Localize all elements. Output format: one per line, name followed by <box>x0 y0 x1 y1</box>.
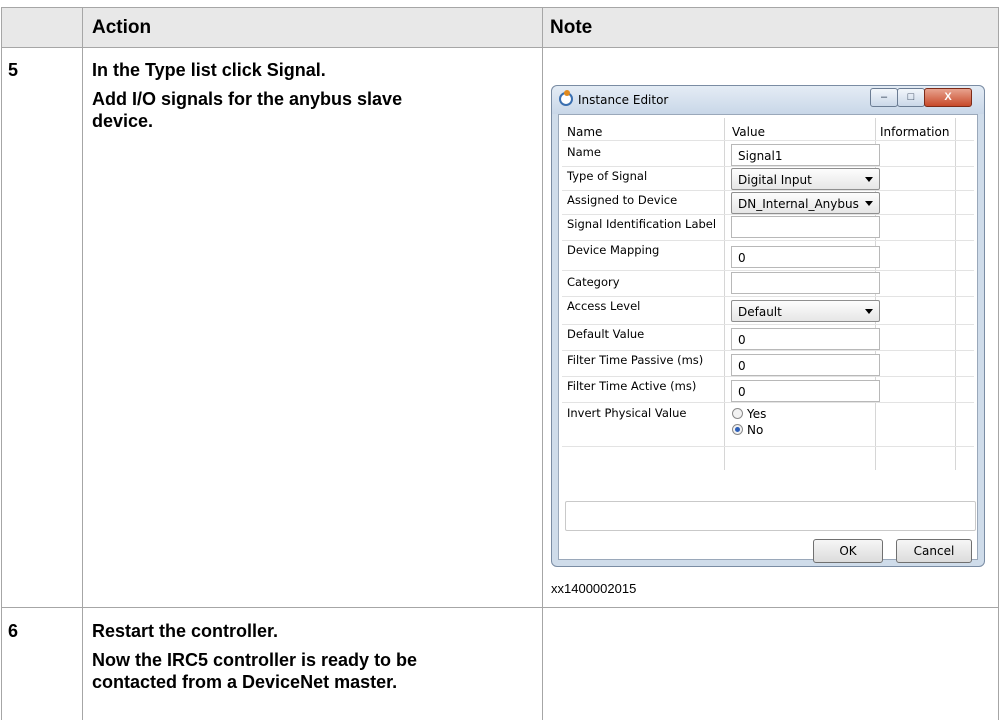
field-label: Filter Time Passive (ms) <box>567 353 704 367</box>
table-border <box>998 7 999 720</box>
table-border <box>1 7 999 8</box>
table-border <box>542 7 543 720</box>
action-text: device. <box>92 111 154 131</box>
grid-row-divider <box>562 240 974 241</box>
radio-label: Yes <box>747 407 767 421</box>
table-border <box>82 7 83 720</box>
select-value: Digital Input <box>738 173 812 187</box>
grid-row-divider <box>562 270 974 271</box>
field-label: Assigned to Device <box>567 193 678 207</box>
grid-row-divider <box>562 446 974 447</box>
dropdown-arrow-icon <box>865 177 873 182</box>
field-label: Invert Physical Value <box>567 406 687 420</box>
dropdown-arrow-icon <box>865 309 873 314</box>
grid-row-divider <box>562 140 974 141</box>
field-label: Default Value <box>567 327 645 341</box>
field-label: Access Level <box>567 299 641 313</box>
column-header-value: Value <box>732 125 765 139</box>
robotstudio-app-icon <box>559 90 573 106</box>
action-text: Add I/O signals for the anybus slave <box>92 89 403 109</box>
default-value-field[interactable]: 0 <box>731 328 880 350</box>
dialog-body: Name Value Information Name Signal1 Type… <box>558 114 978 563</box>
type-of-signal-select[interactable]: Digital Input <box>731 168 880 190</box>
field-label: Type of Signal <box>567 169 648 183</box>
close-button[interactable]: X <box>924 88 972 107</box>
invert-yes-radio[interactable]: Yes <box>732 407 766 421</box>
dialog-titlebar: Instance Editor – □ X <box>552 86 984 114</box>
property-grid: Name Value Information Name Signal1 Type… <box>562 118 974 488</box>
dialog-title: Instance Editor <box>578 93 669 107</box>
table-border <box>1 7 2 720</box>
action-text: . <box>320 60 326 80</box>
action-text: list click <box>185 60 267 80</box>
field-label: Signal Identification Label <box>567 217 717 231</box>
action-text: Restart the controller. <box>92 621 279 641</box>
grid-column-divider <box>955 118 956 470</box>
table-border <box>1 607 999 608</box>
radio-checked-icon <box>732 424 743 435</box>
select-value: Default <box>738 305 782 319</box>
radio-label: No <box>747 423 764 437</box>
radio-unchecked-icon <box>732 408 743 419</box>
category-field[interactable] <box>731 272 880 294</box>
filter-time-passive-field[interactable]: 0 <box>731 354 880 376</box>
dropdown-arrow-icon <box>865 201 873 206</box>
column-header-information: Information <box>880 125 950 139</box>
action-keyword: Signal <box>266 60 321 80</box>
access-level-select[interactable]: Default <box>731 300 880 322</box>
action-text: In the <box>92 60 145 80</box>
grid-row-divider <box>562 324 974 325</box>
name-value-field[interactable]: Signal1 <box>731 144 880 166</box>
grid-row-divider <box>562 296 974 297</box>
signal-identification-label-field[interactable] <box>731 216 880 238</box>
select-value: DN_Internal_Anybus <box>738 197 859 211</box>
grid-row-divider <box>562 402 974 403</box>
grid-row-divider <box>562 190 974 191</box>
header-action: Action <box>92 17 152 38</box>
field-label: Filter Time Active (ms) <box>567 379 697 393</box>
field-label: Category <box>567 275 620 289</box>
instance-editor-dialog: Instance Editor – □ X Name Value Informa… <box>551 85 985 567</box>
grid-row-divider <box>562 376 974 377</box>
assigned-to-device-select[interactable]: DN_Internal_Anybus <box>731 192 880 214</box>
field-label: Device Mapping <box>567 243 660 257</box>
field-label: Name <box>567 145 601 159</box>
ok-button[interactable]: OK <box>813 539 883 563</box>
invert-no-radio[interactable]: No <box>732 423 763 437</box>
filter-time-active-field[interactable]: 0 <box>731 380 880 402</box>
maximize-button[interactable]: □ <box>897 88 925 107</box>
step-number: 5 <box>8 60 19 80</box>
header-note: Note <box>550 17 593 38</box>
grid-row-divider <box>562 214 974 215</box>
figure-caption: xx1400002015 <box>551 581 637 596</box>
step-number: 6 <box>8 621 19 641</box>
cancel-button[interactable]: Cancel <box>896 539 972 563</box>
action-keyword: Type <box>145 60 186 80</box>
action-text: Now the IRC5 controller is ready to be <box>92 650 418 670</box>
action-text: contacted from a DeviceNet master. <box>92 672 398 692</box>
information-box <box>565 501 976 531</box>
column-header-name: Name <box>567 125 603 139</box>
device-mapping-field[interactable]: 0 <box>731 246 880 268</box>
grid-row-divider <box>562 350 974 351</box>
table-border <box>1 47 999 48</box>
grid-column-divider <box>724 118 725 470</box>
minimize-button[interactable]: – <box>870 88 898 107</box>
grid-row-divider <box>562 166 974 167</box>
action-instruction: In the Type list click Signal. <box>92 59 326 81</box>
